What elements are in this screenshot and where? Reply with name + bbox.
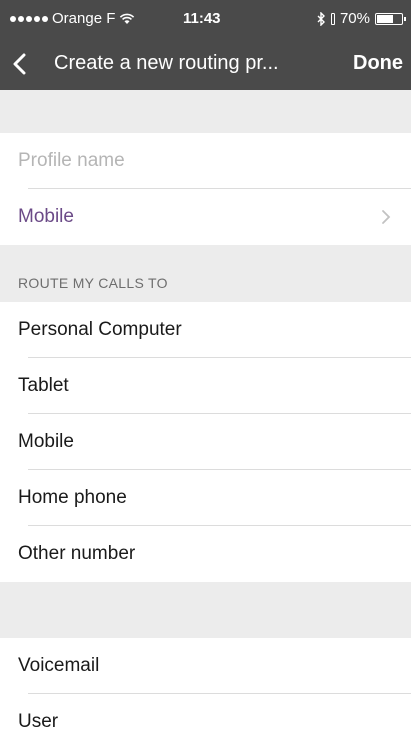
status-right: 70% xyxy=(317,10,406,27)
done-button[interactable]: Done xyxy=(353,52,403,75)
route-option-voicemail[interactable]: Voicemail xyxy=(0,638,411,694)
bluetooth-icon xyxy=(317,11,325,26)
route-option-label: Voicemail xyxy=(18,655,100,676)
route-option-label: Other number xyxy=(18,543,136,564)
device-selected-value: Mobile xyxy=(18,206,74,227)
battery-percentage: 70% xyxy=(339,10,370,27)
route-option-home-phone[interactable]: Home phone xyxy=(0,470,411,526)
section-spacer xyxy=(0,90,411,133)
route-option-label: Home phone xyxy=(18,487,127,508)
chevron-right-icon xyxy=(382,210,391,224)
route-option-tablet[interactable]: Tablet xyxy=(0,358,411,414)
route-option-label: Personal Computer xyxy=(18,319,182,340)
route-option-other-number[interactable]: Other number xyxy=(0,526,411,582)
page-title: Create a new routing pr... xyxy=(54,52,279,74)
status-bar: Orange F 11:43 70% xyxy=(0,0,411,37)
route-option-label: User xyxy=(18,711,59,732)
section-header-label: ROUTE MY CALLS TO xyxy=(18,275,168,291)
status-left: Orange F xyxy=(10,10,135,27)
navigation-bar: Create a new routing pr... Done xyxy=(0,37,411,90)
vibrate-icon xyxy=(330,12,335,25)
back-chevron-icon[interactable] xyxy=(12,53,32,75)
status-time: 11:43 xyxy=(182,10,221,27)
route-option-personal-computer[interactable]: Personal Computer xyxy=(0,302,411,358)
route-option-user[interactable]: User xyxy=(0,694,411,750)
profile-name-field[interactable]: Profile name xyxy=(0,133,411,189)
device-selector-row[interactable]: Mobile xyxy=(0,189,411,245)
section-spacer xyxy=(0,582,411,638)
wifi-icon xyxy=(120,13,135,24)
profile-name-placeholder: Profile name xyxy=(18,150,125,171)
route-option-label: Tablet xyxy=(18,375,69,396)
route-option-label: Mobile xyxy=(18,431,74,452)
signal-strength-icon xyxy=(10,15,48,22)
route-option-mobile[interactable]: Mobile xyxy=(0,414,411,470)
section-header-route: ROUTE MY CALLS TO xyxy=(0,245,411,302)
battery-icon xyxy=(375,12,406,25)
carrier-name: Orange F xyxy=(52,10,116,27)
